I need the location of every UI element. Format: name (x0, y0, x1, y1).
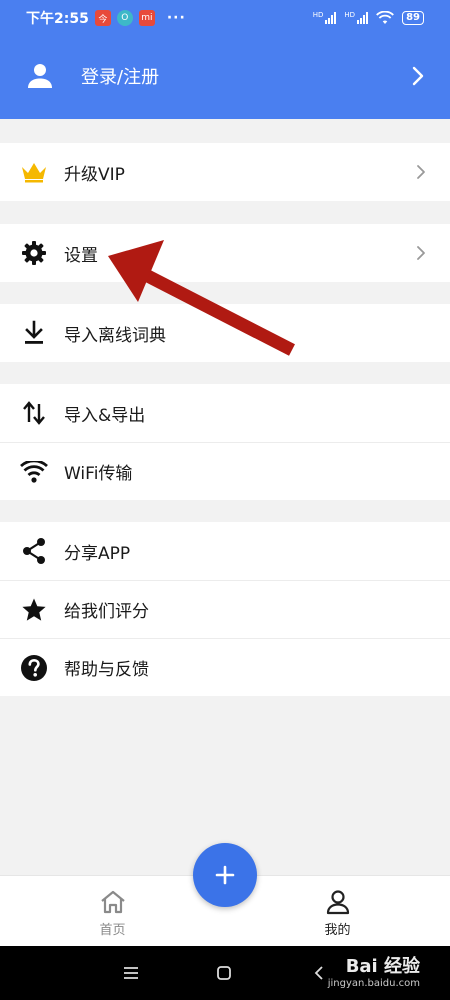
app-badge-icon: 今 (94, 10, 111, 26)
signal-icon: HD (344, 11, 369, 24)
signal-icon: HD (313, 12, 337, 24)
help-icon (21, 654, 47, 681)
menu-item-label: 设置 (64, 245, 98, 266)
menu-item-label: 给我们评分 (64, 602, 149, 622)
menu-item-import-export[interactable]: 导入&导出 (0, 384, 450, 442)
menu-item-label: 帮助与反馈 (64, 660, 149, 680)
watermark-sub: jingyan.baidu.com (327, 978, 420, 989)
download-icon (25, 320, 43, 344)
menu-item-share-app[interactable]: 分享APP (0, 522, 450, 580)
share-icon (23, 538, 45, 564)
app-badge-icon: O (116, 10, 133, 26)
menu-group-settings: 设置 (0, 224, 450, 282)
watermark: Bai 经验 jingyan.baidu.com (328, 952, 420, 989)
menu-group-offline-dict: 导入离线词典 (0, 304, 450, 362)
menu-group-about: 分享APP 给我们评分 帮助与反馈 (0, 522, 450, 696)
home-icon (100, 890, 125, 913)
chevron-right-icon (417, 165, 425, 179)
star-icon (22, 598, 46, 621)
login-register-row[interactable]: 登录/注册 (0, 52, 450, 100)
menu-item-upgrade-vip[interactable]: 升级VIP (0, 143, 450, 201)
swap-vertical-icon (23, 401, 45, 425)
status-bar: 下午2:55 今 O mi ··· HD HD 89 (0, 0, 450, 36)
app-badge-icon: mi (138, 10, 155, 26)
watermark-main: Bai 经验 (345, 956, 420, 977)
menu-group-transfer: 导入&导出 WiFi传输 (0, 384, 450, 500)
menu-item-wifi-transfer[interactable]: WiFi传输 (0, 442, 450, 500)
add-fab-button[interactable] (193, 843, 257, 907)
back-icon[interactable] (310, 964, 328, 982)
header: 下午2:55 今 O mi ··· HD HD 89 登录/注册 (0, 0, 450, 119)
menu-item-help-feedback[interactable]: 帮助与反馈 (0, 638, 450, 696)
menu-item-label: 升级VIP (64, 164, 125, 185)
crown-icon (22, 163, 46, 183)
user-icon (28, 64, 52, 88)
gear-icon (22, 241, 46, 265)
status-time: 下午2:55 (26, 11, 89, 27)
nav-tab-label: 我的 (324, 922, 351, 938)
plus-icon (215, 865, 235, 885)
battery-indicator: 89 (402, 11, 424, 25)
wifi-status-icon (376, 11, 394, 24)
nav-tab-label: 首页 (99, 922, 126, 938)
menu-item-label: 分享APP (64, 543, 131, 564)
wifi-icon (20, 460, 48, 483)
menu-item-rate-us[interactable]: 给我们评分 (0, 580, 450, 638)
menu-item-settings[interactable]: 设置 (0, 224, 450, 282)
nav-tab-mine[interactable]: 我的 (225, 876, 450, 946)
person-icon (326, 889, 349, 914)
chevron-right-icon (417, 246, 425, 260)
menu-group-vip: 升级VIP (0, 143, 450, 201)
hd-label: HD (312, 11, 324, 19)
nav-tab-home[interactable]: 首页 (0, 876, 225, 946)
menu-item-label: 导入离线词典 (64, 325, 166, 346)
chevron-right-icon (412, 66, 424, 86)
menu-item-import-offline-dict[interactable]: 导入离线词典 (0, 304, 450, 362)
status-overflow: ··· (166, 10, 186, 26)
home-square-icon[interactable] (215, 964, 233, 982)
menu-item-label: 导入&导出 (64, 405, 146, 426)
login-register-label: 登录/注册 (81, 67, 160, 88)
menu-item-label: WiFi传输 (64, 464, 133, 484)
hd-label: HD (344, 11, 356, 19)
menu-icon[interactable] (122, 964, 140, 982)
